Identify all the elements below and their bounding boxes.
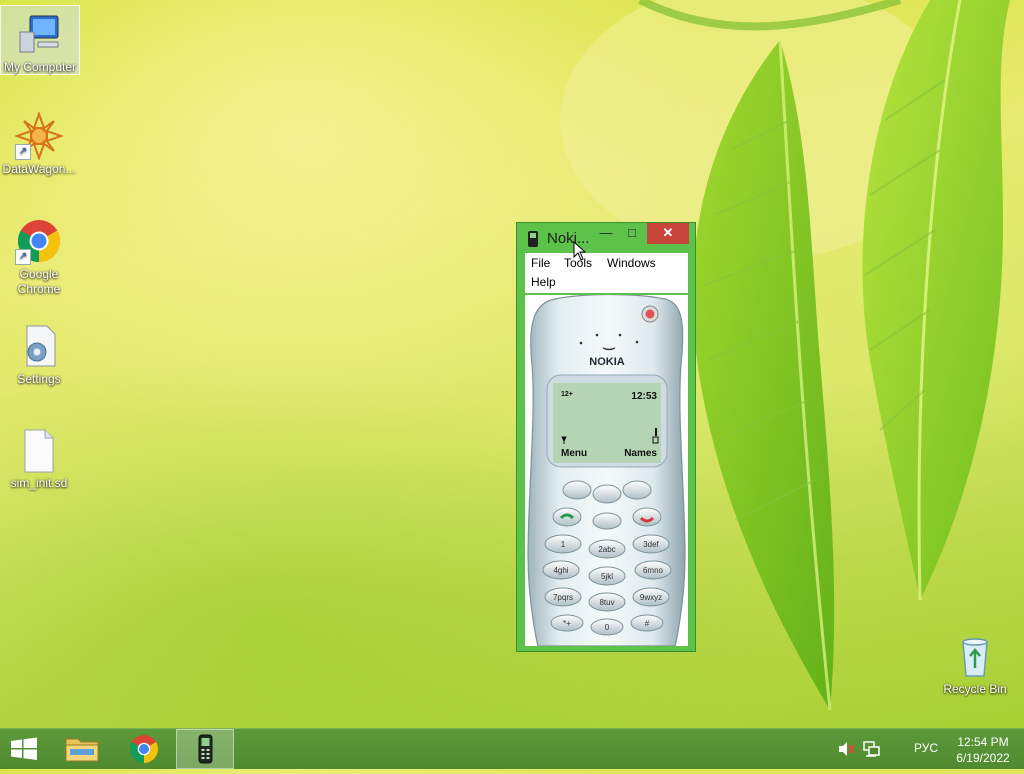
key-label: 7pqrs <box>553 593 573 602</box>
key-label: 0 <box>605 623 610 632</box>
nav-up-button[interactable] <box>592 484 622 504</box>
blank-file-icon <box>15 426 63 474</box>
key-label: 9wxyz <box>640 593 662 602</box>
phone-app-icon <box>527 231 539 247</box>
desktop-icon-label: Settings <box>17 372 61 386</box>
softkey-right-label: Names <box>624 448 657 459</box>
language-indicator[interactable]: РУС <box>914 741 938 757</box>
key-label: 5jkl <box>601 572 613 581</box>
desktop-icon-label: DataWagon... <box>2 162 76 176</box>
recycle-bin-icon <box>951 632 999 680</box>
taskbar-google-chrome[interactable] <box>116 729 172 769</box>
key-label: # <box>645 619 650 628</box>
nokia-phone: NOKIA 12+ 12:53 Menu Names 1 2abc 3def 4… <box>527 295 686 646</box>
key-label: 4ghi <box>553 566 568 575</box>
maximize-button[interactable]: □ <box>619 223 645 244</box>
phone-brand: NOKIA <box>589 356 625 368</box>
desktop-icon-recycle-bin[interactable]: Recycle Bin <box>936 628 1014 697</box>
clock-time: 12:54 PM <box>957 735 1009 749</box>
softkey-left-label: Menu <box>561 448 587 459</box>
start-button[interactable] <box>0 729 48 769</box>
menu-file[interactable]: File <box>531 256 550 270</box>
network-icon[interactable] <box>860 729 882 769</box>
desktop-icon-label: My Computer <box>3 60 77 74</box>
key-label: 1 <box>561 540 566 549</box>
desktop-icon-my-computer[interactable]: My Computer <box>0 5 80 75</box>
computer-icon <box>16 10 64 58</box>
softkey-left-button[interactable] <box>562 480 592 500</box>
volume-muted-icon[interactable] <box>836 729 856 769</box>
desktop-icon-settings[interactable]: Settings <box>0 318 78 387</box>
desktop-icon-label: Google Chrome <box>17 267 61 296</box>
operator-glyph: 12+ <box>561 391 573 398</box>
nav-down-button[interactable] <box>592 512 622 530</box>
folder-icon <box>65 738 99 762</box>
shortcut-arrow-icon: ↗ <box>15 249 31 265</box>
phone-app-icon <box>198 734 213 764</box>
shortcut-arrow-icon: ↗ <box>15 144 31 160</box>
key-label: 3def <box>643 540 659 549</box>
clock-date: 6/19/2022 <box>956 751 1010 765</box>
desktop-icon-google-chrome[interactable]: ↗ Google Chrome <box>0 213 78 297</box>
call-button[interactable] <box>552 507 582 527</box>
key-label: 2abc <box>598 545 615 554</box>
softkey-right-button[interactable] <box>622 480 652 500</box>
phone-client-area: NOKIA 12+ 12:53 Menu Names 1 2abc 3def 4… <box>525 295 688 646</box>
desktop-icon-label: sim_init.sd <box>10 476 68 490</box>
nokia-emulator-window[interactable]: Noki... — □ ✕ File Tools Windows Help NO… <box>516 222 696 652</box>
window-titlebar[interactable]: Noki... — □ ✕ <box>517 223 695 253</box>
wallpaper-leaves <box>560 0 1010 711</box>
desktop-icon-sim-init[interactable]: sim_init.sd <box>0 422 78 491</box>
taskbar: РУС 12:54 PM 6/19/2022 <box>0 728 1024 769</box>
close-button[interactable]: ✕ <box>647 223 689 244</box>
taskbar-clock[interactable]: 12:54 PM 6/19/2022 <box>948 734 1018 766</box>
key-label: 8tuv <box>599 598 614 607</box>
chrome-icon <box>130 735 158 763</box>
taskbar-file-explorer[interactable] <box>54 729 110 769</box>
menu-windows[interactable]: Windows <box>607 256 656 270</box>
settings-file-icon <box>15 322 63 370</box>
end-call-button[interactable] <box>632 507 662 527</box>
key-label: *+ <box>563 619 571 628</box>
chrome-icon: ↗ <box>15 217 63 265</box>
phone-clock: 12:53 <box>631 391 657 402</box>
datawagon-icon: ↗ <box>14 111 64 161</box>
window-menubar: File Tools Windows Help <box>525 253 688 293</box>
battery-indicator <box>655 428 657 436</box>
taskbar-nokia-emulator[interactable] <box>176 729 234 769</box>
mouse-cursor-icon <box>573 241 587 261</box>
desktop-icon-datawagon[interactable]: ↗ DataWagon... <box>0 108 78 177</box>
menu-help[interactable]: Help <box>531 275 556 289</box>
windows-logo-icon <box>11 737 37 760</box>
desktop-icon-label: Recycle Bin <box>943 682 1007 696</box>
minimize-button[interactable]: — <box>593 223 619 244</box>
key-label: 6mno <box>643 566 664 575</box>
